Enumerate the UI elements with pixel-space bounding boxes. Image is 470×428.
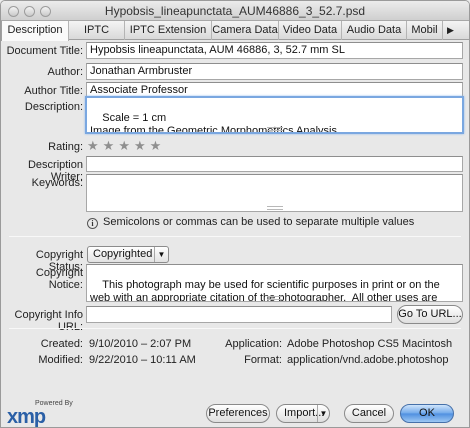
author-title-label: Author Title: xyxy=(24,85,83,97)
file-info-window: Hypobsis_lineapunctata_AUM46886_3_52.7.p… xyxy=(0,0,470,428)
format-label: Format: xyxy=(244,354,282,366)
star-icon[interactable]: ★ xyxy=(150,138,166,153)
chevron-down-icon: ▼ xyxy=(154,247,168,262)
preferences-button[interactable]: Preferences xyxy=(206,404,270,423)
modified-label: Modified: xyxy=(38,354,83,366)
created-value: 9/10/2010 – 2:07 PM xyxy=(89,338,192,350)
format-value: application/vnd.adobe.photoshop xyxy=(287,354,449,366)
resize-grip[interactable] xyxy=(266,127,283,131)
application-label: Application: xyxy=(225,338,282,350)
tab-mobile[interactable]: Mobil xyxy=(407,21,443,40)
document-title-label: Document Title: xyxy=(6,45,83,57)
star-icon[interactable]: ★ xyxy=(118,138,134,153)
resize-grip[interactable] xyxy=(266,206,283,210)
application-value: Adobe Photoshop CS5 Macintosh xyxy=(287,338,453,350)
tab-video-data[interactable]: Video Data xyxy=(279,21,342,40)
copyright-info-url-field[interactable] xyxy=(86,306,392,323)
description-writer-field[interactable] xyxy=(86,156,463,172)
copyright-status-value: Copyrighted xyxy=(93,248,153,260)
info-icon: i xyxy=(87,218,98,229)
logo-text: xmp xyxy=(7,406,46,428)
description-label: Description: xyxy=(24,101,83,113)
chevron-down-icon: ▼ xyxy=(317,405,329,422)
import-button[interactable]: Import... ▼ xyxy=(276,404,330,423)
divider xyxy=(9,328,461,329)
cancel-button[interactable]: Cancel xyxy=(344,404,394,423)
ok-button[interactable]: OK xyxy=(400,404,454,423)
created-label: Created: xyxy=(40,338,83,350)
author-label: Author: xyxy=(47,66,83,78)
document-title-field[interactable]: Hypobsis lineapunctata, AUM 46886, 3, 52… xyxy=(86,42,463,59)
keywords-hint-text: Semicolons or commas can be used to sepa… xyxy=(103,216,415,228)
go-to-url-button[interactable]: Go To URL... xyxy=(397,305,463,324)
rating-stars[interactable]: ★★★★★ xyxy=(87,138,165,154)
resize-grip[interactable] xyxy=(266,296,283,300)
description-field[interactable]: Scale = 1 cm Image from the Geometric Mo… xyxy=(85,96,464,134)
keywords-label: Keywords: xyxy=(31,177,83,189)
copyright-notice-label: Copyright Notice: xyxy=(35,267,83,291)
tab-bar: Description IPTC IPTC Extension Camera D… xyxy=(1,21,469,41)
tab-description[interactable]: Description xyxy=(1,21,69,41)
description-text: Scale = 1 cm Image from the Geometric Mo… xyxy=(90,112,337,134)
modified-value: 9/22/2010 – 10:11 AM xyxy=(89,354,196,366)
keywords-field[interactable] xyxy=(86,174,463,212)
author-field[interactable]: Jonathan Armbruster xyxy=(86,63,463,80)
tab-camera-data[interactable]: Camera Data xyxy=(212,21,279,40)
window-title: Hypobsis_lineapunctata_AUM46886_3_52.7.p… xyxy=(104,4,366,18)
star-icon[interactable]: ★ xyxy=(134,138,150,153)
tab-iptc[interactable]: IPTC xyxy=(69,21,125,40)
tab-iptc-extension[interactable]: IPTC Extension xyxy=(125,21,212,40)
star-icon[interactable]: ★ xyxy=(87,138,103,153)
keywords-hint: i Semicolons or commas can be used to sep… xyxy=(87,216,414,229)
title-bar: Hypobsis_lineapunctata_AUM46886_3_52.7.p… xyxy=(1,1,469,21)
copyright-status-select[interactable]: Copyrighted ▼ xyxy=(87,246,169,263)
rating-label: Rating: xyxy=(48,141,83,153)
tab-audio-data[interactable]: Audio Data xyxy=(342,21,407,40)
copyright-info-url-label: Copyright Info URL: xyxy=(14,309,83,333)
tab-scroll-right-icon[interactable]: ▶ xyxy=(444,23,457,37)
divider xyxy=(9,236,461,237)
copyright-notice-field[interactable]: This photograph may be used for scientif… xyxy=(86,264,463,302)
star-icon[interactable]: ★ xyxy=(103,138,119,153)
